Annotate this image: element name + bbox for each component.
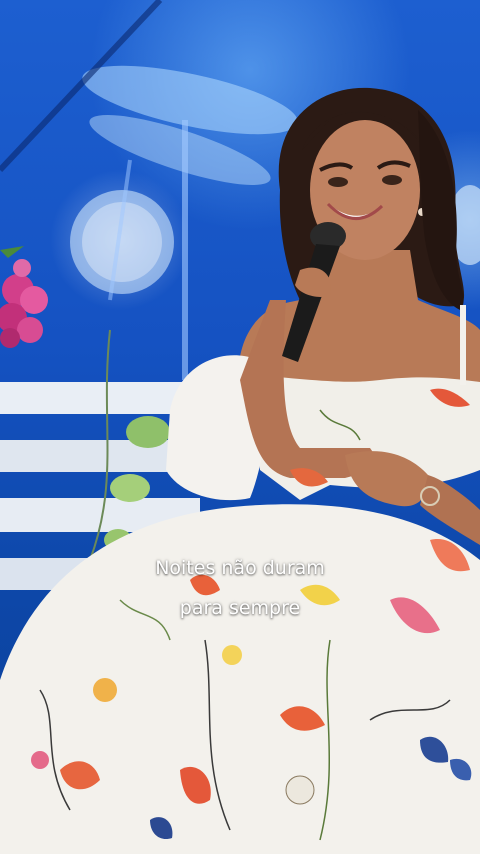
caption-line-2: para sempre	[179, 597, 301, 619]
caption-line-1: Noites não duram	[155, 557, 325, 579]
performer-scene	[0, 0, 480, 854]
pink-flowers	[0, 246, 48, 348]
video-frame: Noites não duram para sempre	[0, 0, 480, 854]
lyrics-caption: Noites não duram para sempre	[0, 548, 480, 628]
dress-strap	[460, 305, 466, 385]
